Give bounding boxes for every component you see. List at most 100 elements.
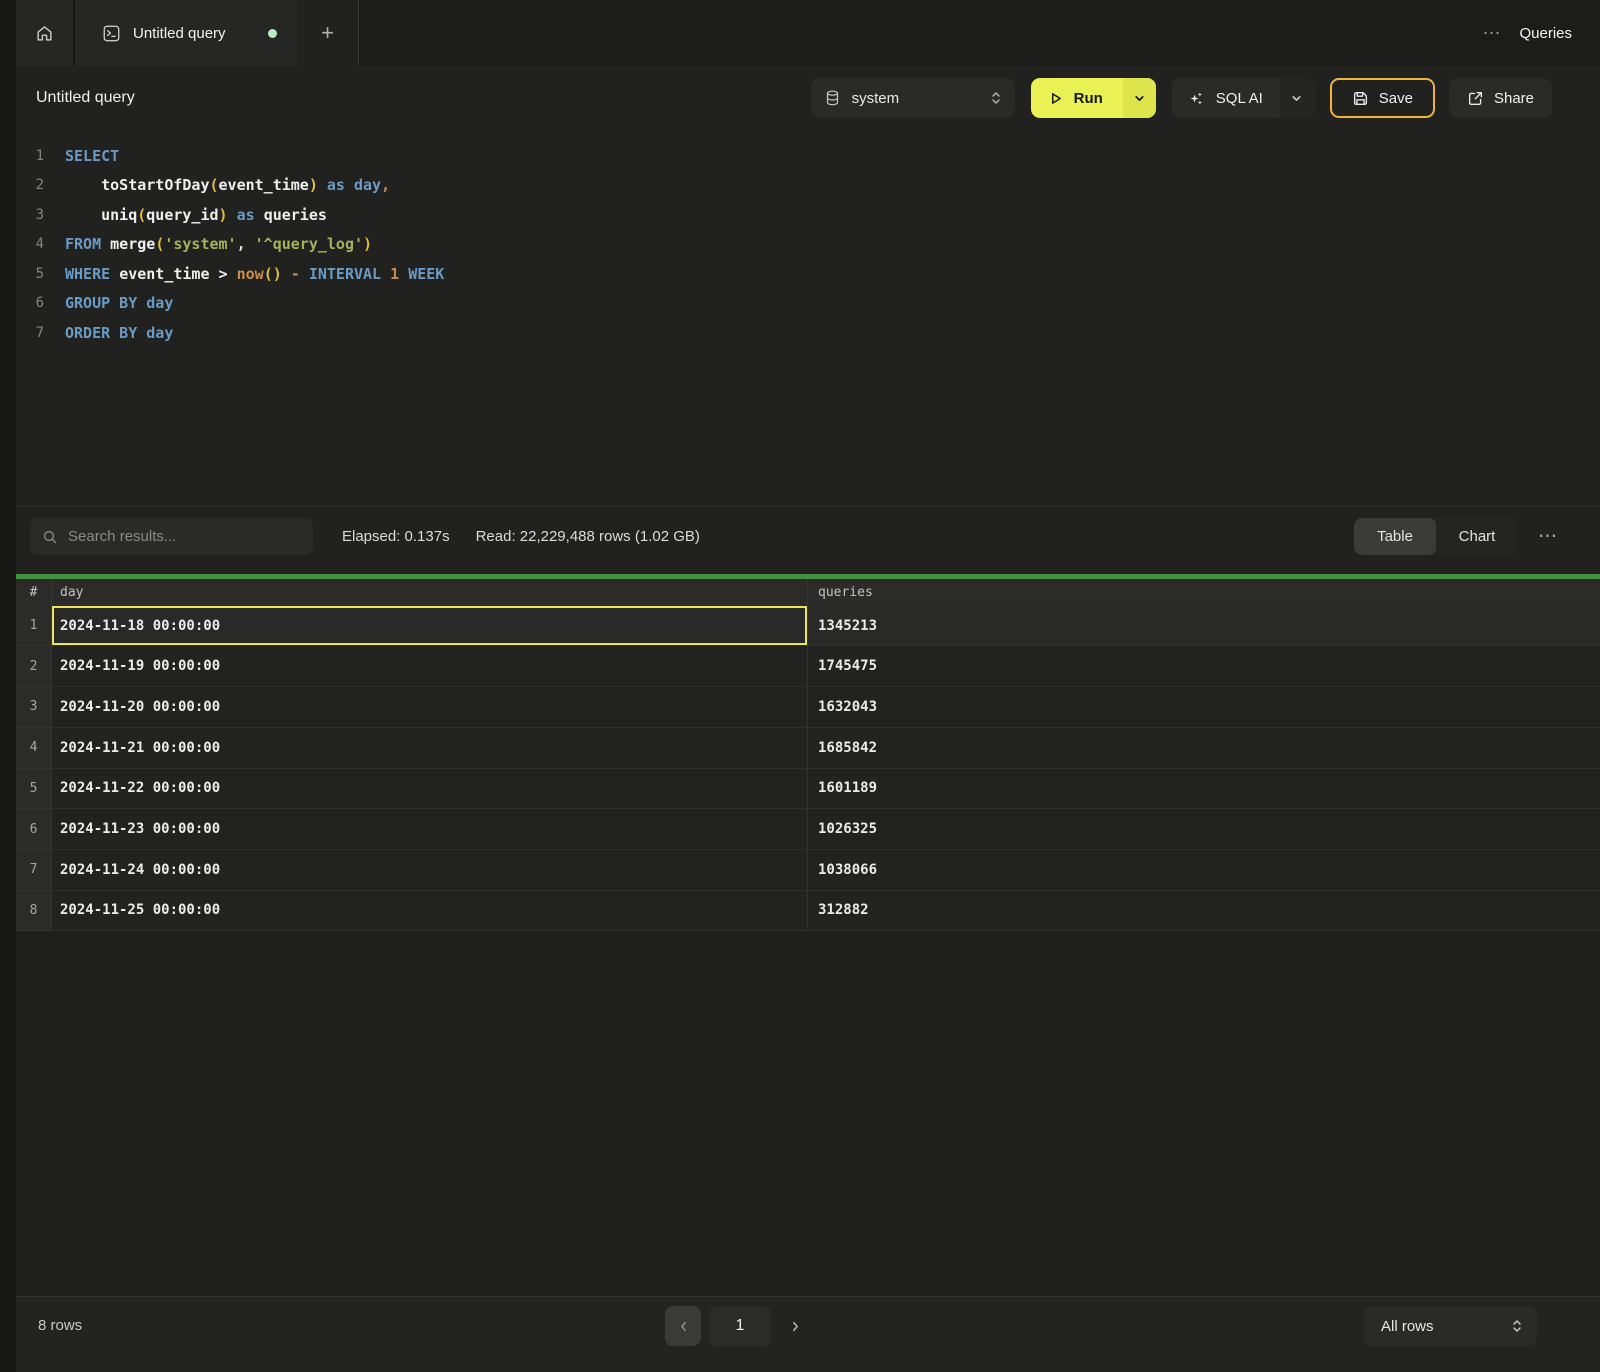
cell-queries[interactable]: 1601189: [808, 769, 1600, 810]
table-row: 12024-11-18 00:00:001345213: [16, 606, 1600, 647]
terminal-icon: [103, 25, 120, 42]
table-body: 12024-11-18 00:00:00134521322024-11-19 0…: [16, 606, 1600, 932]
line-number: 5: [16, 266, 44, 282]
home-button[interactable]: [16, 0, 75, 66]
code-line[interactable]: 1SELECT: [16, 141, 1600, 171]
elapsed-stat: Elapsed: 0.137s: [342, 528, 450, 545]
sql-ai-options-button[interactable]: [1279, 78, 1315, 118]
tab-untitled-query[interactable]: Untitled query: [75, 0, 297, 66]
unsaved-changes-dot: [268, 29, 277, 38]
code-line[interactable]: 4FROM merge('system', '^query_log'): [16, 230, 1600, 260]
cell-queries[interactable]: 312882: [808, 891, 1600, 932]
table-row: 42024-11-21 00:00:001685842: [16, 728, 1600, 769]
cell-day[interactable]: 2024-11-21 00:00:00: [52, 728, 808, 769]
sql-ai-button-group: SQL AI: [1172, 78, 1315, 118]
share-label: Share: [1494, 90, 1534, 107]
row-number[interactable]: 2: [16, 646, 52, 687]
row-number[interactable]: 3: [16, 687, 52, 728]
more-options-icon[interactable]: ⋯: [1482, 23, 1501, 44]
code-line[interactable]: 2 toStartOfDay(event_time) as day,: [16, 171, 1600, 201]
run-label: Run: [1074, 90, 1103, 107]
cell-day[interactable]: 2024-11-24 00:00:00: [52, 850, 808, 891]
row-number[interactable]: 4: [16, 728, 52, 769]
cell-day[interactable]: 2024-11-18 00:00:00: [52, 606, 808, 647]
results-more-icon[interactable]: ⋯: [1538, 525, 1558, 548]
updown-chevron-icon: [989, 90, 1003, 106]
row-number[interactable]: 5: [16, 769, 52, 810]
cell-day[interactable]: 2024-11-23 00:00:00: [52, 809, 808, 850]
search-results-input[interactable]: [68, 528, 301, 545]
cell-queries[interactable]: 1685842: [808, 728, 1600, 769]
code-text: WHERE event_time > now() - INTERVAL 1 WE…: [44, 265, 444, 283]
line-number: 1: [16, 148, 44, 164]
home-icon: [35, 24, 54, 43]
run-options-button[interactable]: [1123, 78, 1156, 118]
cell-day[interactable]: 2024-11-25 00:00:00: [52, 891, 808, 932]
view-toggle: TableChart: [1354, 518, 1518, 555]
line-number: 6: [16, 295, 44, 311]
query-editor-panel: Untitled query system: [16, 66, 1600, 1372]
play-icon: [1047, 90, 1064, 107]
cell-queries[interactable]: 1745475: [808, 646, 1600, 687]
topbar-spacer: [359, 0, 1482, 66]
queries-panel-toggle[interactable]: Queries: [1519, 25, 1572, 42]
sql-ai-button[interactable]: SQL AI: [1172, 78, 1279, 118]
line-number: 7: [16, 325, 44, 341]
previous-page-button[interactable]: [665, 1306, 701, 1346]
cell-queries[interactable]: 1026325: [808, 809, 1600, 850]
database-select[interactable]: system: [811, 78, 1015, 118]
save-icon: [1352, 90, 1369, 107]
plus-icon: +: [321, 20, 334, 46]
sql-editor[interactable]: 1SELECT2 toStartOfDay(event_time) as day…: [16, 130, 1600, 506]
query-title: Untitled query: [36, 89, 135, 107]
view-tab-table[interactable]: Table: [1354, 518, 1436, 555]
code-text: FROM merge('system', '^query_log'): [44, 235, 372, 253]
cell-queries[interactable]: 1345213: [808, 606, 1600, 647]
table-row: 72024-11-24 00:00:001038066: [16, 850, 1600, 891]
page-size-value: All rows: [1381, 1318, 1510, 1335]
column-header-queries[interactable]: queries: [808, 579, 1600, 606]
row-number[interactable]: 7: [16, 850, 52, 891]
cell-day[interactable]: 2024-11-22 00:00:00: [52, 769, 808, 810]
run-button[interactable]: Run: [1031, 78, 1123, 118]
run-button-group: Run: [1031, 78, 1156, 118]
row-count: 8 rows: [38, 1306, 82, 1346]
code-line[interactable]: 3 uniq(query_id) as queries: [16, 200, 1600, 230]
new-tab-button[interactable]: +: [297, 0, 359, 66]
line-number: 3: [16, 207, 44, 223]
save-button[interactable]: Save: [1330, 78, 1435, 118]
search-icon: [42, 529, 58, 545]
sparkles-icon: [1188, 90, 1205, 107]
chevron-left-icon: [677, 1320, 690, 1333]
cell-queries[interactable]: 1038066: [808, 850, 1600, 891]
row-number[interactable]: 1: [16, 606, 52, 647]
search-results-box[interactable]: [30, 518, 313, 555]
next-page-button[interactable]: [789, 1320, 802, 1333]
save-label: Save: [1379, 90, 1413, 107]
table-row: 82024-11-25 00:00:00312882: [16, 891, 1600, 932]
page-size-select[interactable]: All rows: [1364, 1306, 1537, 1346]
cell-day[interactable]: 2024-11-20 00:00:00: [52, 687, 808, 728]
code-line[interactable]: 6GROUP BY day: [16, 289, 1600, 319]
column-header-index[interactable]: #: [16, 579, 52, 606]
results-table: # day queries 12024-11-18 00:00:00134521…: [16, 579, 1600, 932]
view-tab-chart[interactable]: Chart: [1436, 518, 1518, 555]
code-text: GROUP BY day: [44, 294, 173, 312]
column-header-day[interactable]: day: [52, 579, 808, 606]
pagination: 1: [665, 1306, 802, 1346]
database-icon: [825, 90, 840, 106]
share-button[interactable]: Share: [1449, 78, 1552, 118]
page-number-button[interactable]: 1: [709, 1306, 771, 1346]
code-text: toStartOfDay(event_time) as day,: [44, 176, 390, 194]
code-text: uniq(query_id) as queries: [44, 206, 327, 224]
code-line[interactable]: 5WHERE event_time > now() - INTERVAL 1 W…: [16, 259, 1600, 289]
code-line[interactable]: 7ORDER BY day: [16, 318, 1600, 348]
results-toolbar: Elapsed: 0.137s Read: 22,229,488 rows (1…: [16, 506, 1600, 574]
code-text: SELECT: [44, 147, 119, 165]
cell-day[interactable]: 2024-11-19 00:00:00: [52, 646, 808, 687]
updown-chevron-icon: [1510, 1318, 1524, 1334]
row-number[interactable]: 6: [16, 809, 52, 850]
row-number[interactable]: 8: [16, 891, 52, 932]
cell-queries[interactable]: 1632043: [808, 687, 1600, 728]
results-empty-area: [16, 931, 1600, 1296]
